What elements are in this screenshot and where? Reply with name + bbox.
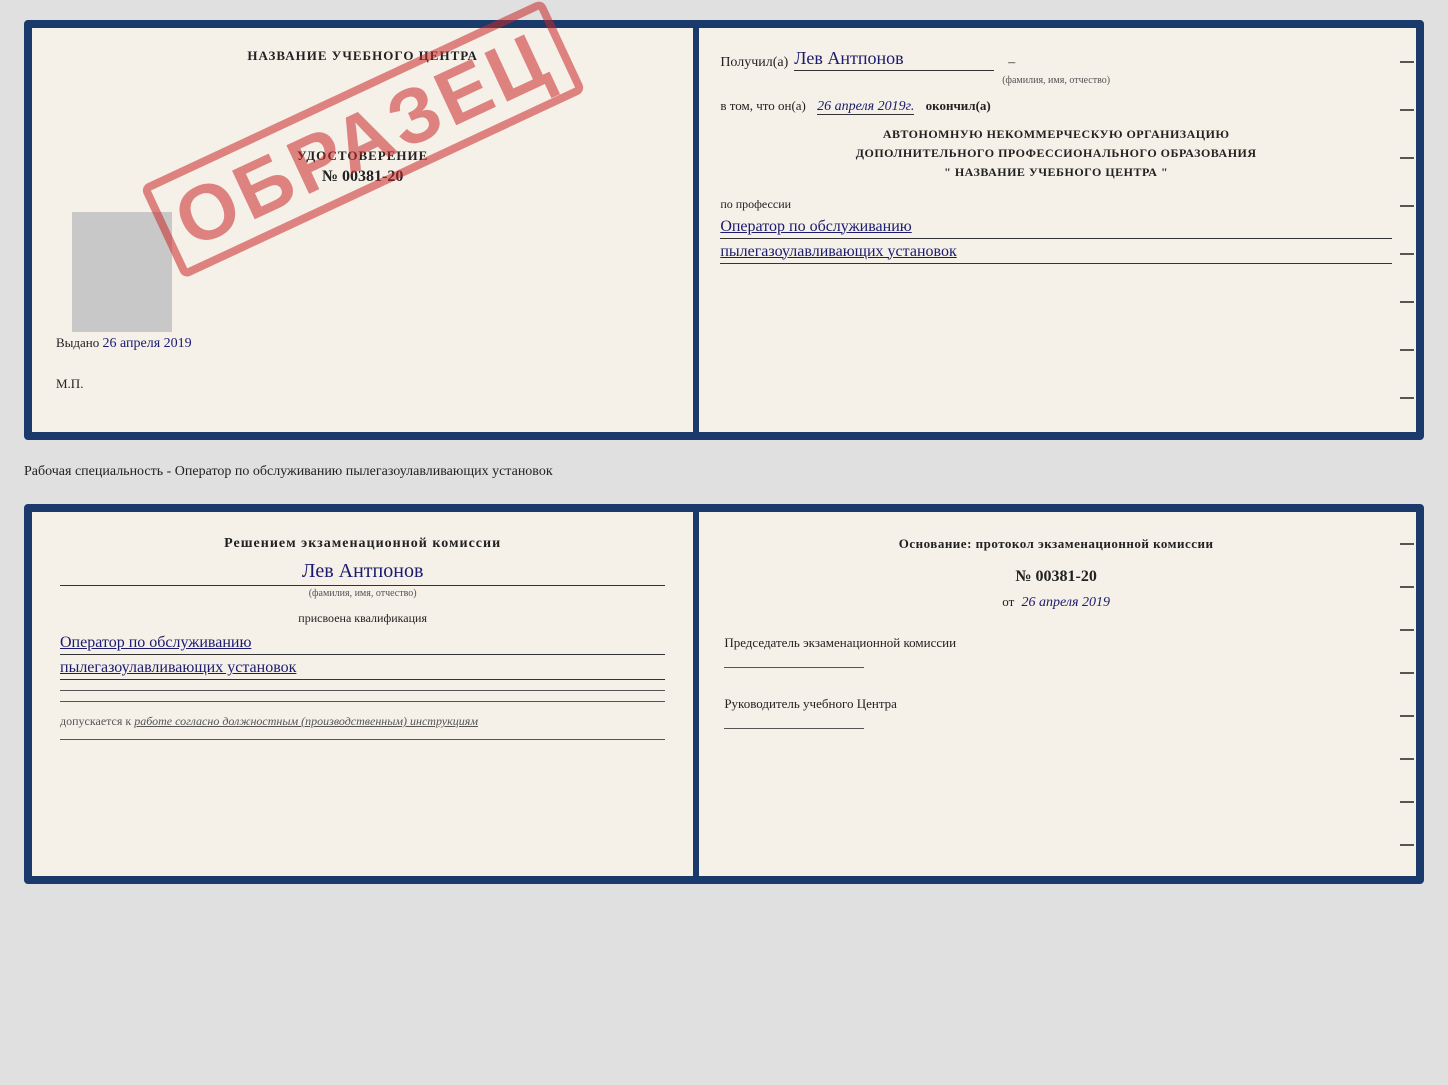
cert-title: НАЗВАНИЕ УЧЕБНОГО ЦЕНТРА bbox=[56, 48, 669, 64]
vydano-date: 26 апреля 2019 bbox=[103, 336, 192, 351]
divider-1 bbox=[60, 690, 665, 691]
side-line-6 bbox=[1400, 301, 1414, 303]
poluchil-line: Получил(а) Лев Антпонов – bbox=[720, 48, 1392, 71]
dopuskaetsya-block: допускается к работе согласно должностны… bbox=[60, 714, 665, 729]
org-line2: ДОПОЛНИТЕЛЬНОГО ПРОФЕССИОНАЛЬНОГО ОБРАЗО… bbox=[720, 144, 1392, 163]
side-line-1 bbox=[1400, 61, 1414, 63]
profession-line2: пылегазоулавливающих установок bbox=[720, 243, 1392, 264]
dash-right: – bbox=[1008, 55, 1015, 71]
predsedatel-sign-line bbox=[724, 667, 864, 668]
bottom-cert-left-page: Решением экзаменационной комиссии Лев Ан… bbox=[32, 512, 696, 876]
side-line-8 bbox=[1400, 397, 1414, 399]
separator-text: Рабочая специальность - Оператор по обсл… bbox=[24, 458, 1424, 486]
bottom-cert-right-page: Основание: протокол экзаменационной коми… bbox=[696, 512, 1416, 876]
protocol-number: № 00381-20 bbox=[724, 568, 1388, 586]
rukovoditel-sign-line bbox=[724, 728, 864, 729]
bottom-name: Лев Антпонов bbox=[60, 560, 665, 583]
b-side-line-2 bbox=[1400, 586, 1414, 588]
top-certificate-book: НАЗВАНИЕ УЧЕБНОГО ЦЕНТРА ОБРАЗЕЦ УДОСТОВ… bbox=[24, 20, 1424, 440]
side-line-7 bbox=[1400, 349, 1414, 351]
dopuskaetsya-label: допускается к bbox=[60, 714, 131, 728]
rukovoditel-label: Руководитель учебного Центра bbox=[724, 696, 1388, 712]
qual-line1: Оператор по обслуживанию bbox=[60, 634, 665, 655]
udostoverenie-number: № 00381-20 bbox=[297, 168, 428, 186]
okonchill-label: окончил(а) bbox=[926, 98, 991, 113]
ot-date-line: от 26 апреля 2019 bbox=[724, 594, 1388, 611]
side-line-2 bbox=[1400, 109, 1414, 111]
photo-placeholder bbox=[72, 212, 172, 332]
b-side-line-8 bbox=[1400, 844, 1414, 846]
page-wrapper: НАЗВАНИЕ УЧЕБНОГО ЦЕНТРА ОБРАЗЕЦ УДОСТОВ… bbox=[24, 20, 1424, 884]
poluchil-name: Лев Антпонов bbox=[794, 48, 994, 71]
top-cert-right-page: Получил(а) Лев Антпонов – (фамилия, имя,… bbox=[696, 28, 1416, 432]
profession-line1: Оператор по обслуживанию bbox=[720, 218, 1392, 239]
b-side-line-4 bbox=[1400, 672, 1414, 674]
bottom-fio-sub: (фамилия, имя, отчество) bbox=[60, 585, 665, 599]
side-decorative-lines bbox=[1398, 28, 1416, 432]
vtom-line: в том, что он(а) 26 апреля 2019г. окончи… bbox=[720, 98, 1392, 115]
divider-2 bbox=[60, 701, 665, 702]
predsedatel-label: Председатель экзаменационной комиссии bbox=[724, 635, 1388, 651]
b-side-line-6 bbox=[1400, 758, 1414, 760]
bottom-side-decorative-lines bbox=[1398, 512, 1416, 876]
ot-label: от bbox=[1002, 594, 1014, 609]
stamp-text: ОБРАЗЕЦ bbox=[140, 0, 586, 279]
org-line1: АВТОНОМНУЮ НЕКОММЕРЧЕСКУЮ ОРГАНИЗАЦИЮ bbox=[720, 125, 1392, 144]
osnovanie-header: Основание: протокол экзаменационной коми… bbox=[724, 536, 1388, 552]
rukovoditel-block: Руководитель учебного Центра bbox=[724, 696, 1388, 729]
b-side-line-7 bbox=[1400, 801, 1414, 803]
ot-date-value: 26 апреля 2019 bbox=[1022, 595, 1110, 610]
org-block: АВТОНОМНУЮ НЕКОММЕРЧЕСКУЮ ОРГАНИЗАЦИЮ ДО… bbox=[720, 125, 1392, 183]
poluchil-label: Получил(а) bbox=[720, 55, 788, 71]
org-line3: " НАЗВАНИЕ УЧЕБНОГО ЦЕНТРА " bbox=[720, 163, 1392, 182]
b-side-line-5 bbox=[1400, 715, 1414, 717]
resheniem-header: Решением экзаменационной комиссии bbox=[60, 536, 665, 552]
side-line-3 bbox=[1400, 157, 1414, 159]
b-side-line-1 bbox=[1400, 543, 1414, 545]
vydano-label: Выдано bbox=[56, 335, 99, 350]
fio-subtitle: (фамилия, имя, отчество) bbox=[720, 75, 1392, 86]
po-professii-label: по профессии bbox=[720, 197, 1392, 212]
udostoverenie-block: УДОСТОВЕРЕНИЕ № 00381-20 bbox=[297, 148, 428, 186]
predsedatel-block: Председатель экзаменационной комиссии bbox=[724, 635, 1388, 668]
udostoverenie-label: УДОСТОВЕРЕНИЕ bbox=[297, 148, 428, 164]
side-line-5 bbox=[1400, 253, 1414, 255]
dopuskaetsya-text: работе согласно должностным (производств… bbox=[134, 714, 478, 728]
vydano-line: Выдано 26 апреля 2019 bbox=[56, 335, 669, 352]
vtom-label: в том, что он(а) bbox=[720, 98, 806, 113]
top-cert-left-page: НАЗВАНИЕ УЧЕБНОГО ЦЕНТРА ОБРАЗЕЦ УДОСТОВ… bbox=[32, 28, 696, 432]
divider-3 bbox=[60, 739, 665, 740]
vtom-date: 26 апреля 2019г. bbox=[817, 99, 914, 115]
side-line-4 bbox=[1400, 205, 1414, 207]
prisvoena-label: присвоена квалификация bbox=[60, 611, 665, 626]
qual-line2: пылегазоулавливающих установок bbox=[60, 659, 665, 680]
mp-line: М.П. bbox=[56, 376, 83, 392]
b-side-line-3 bbox=[1400, 629, 1414, 631]
bottom-certificate-book: Решением экзаменационной комиссии Лев Ан… bbox=[24, 504, 1424, 884]
